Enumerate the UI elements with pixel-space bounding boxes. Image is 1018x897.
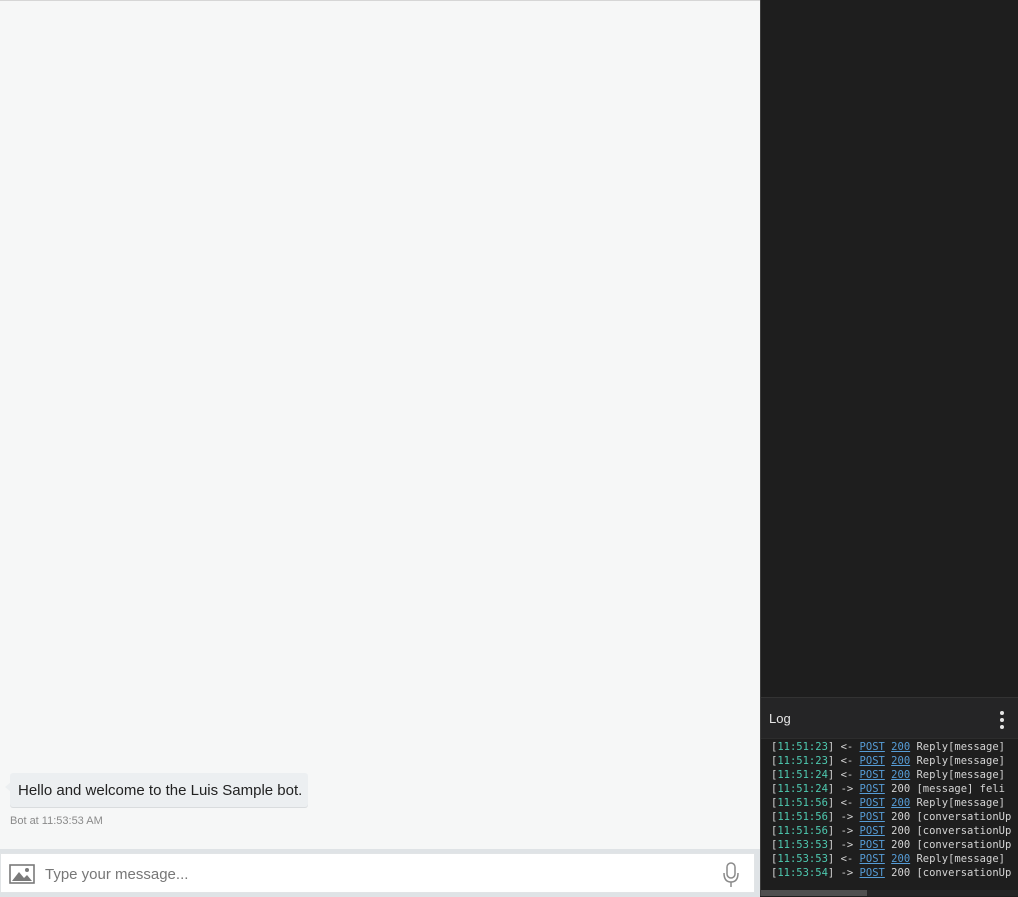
- message-timestamp: Bot at 11:53:53 AM: [10, 815, 103, 827]
- log-timestamp: 11:51:24: [777, 783, 828, 795]
- log-line: [11:51:23] <- POST 200 Reply[message]: [771, 741, 1005, 753]
- log-method-link[interactable]: POST: [860, 825, 885, 837]
- log-direction: <-: [840, 853, 854, 865]
- log-line: [11:53:53] <- POST 200 Reply[message]: [771, 853, 1005, 865]
- log-timestamp: 11:51:24: [777, 769, 828, 781]
- log-timestamp: 11:51:56: [777, 797, 828, 809]
- log-direction: ->: [840, 783, 854, 795]
- log-direction: ->: [840, 811, 854, 823]
- log-line: [11:51:56] -> POST 200 [conversationUp: [771, 825, 1012, 837]
- log-status: 200: [891, 867, 911, 879]
- log-direction: ->: [840, 839, 854, 851]
- log-method-link[interactable]: POST: [860, 741, 885, 753]
- inspector-panel: [761, 0, 1018, 697]
- log-timestamp: 11:53:54: [777, 867, 828, 879]
- log-line: [11:53:54] -> POST 200 [conversationUp: [771, 867, 1012, 879]
- log-direction: <-: [840, 741, 854, 753]
- log-list: [11:51:23] <- POST 200 Reply[message] [11…: [761, 740, 1018, 890]
- log-detail: Reply[message]: [916, 755, 1005, 767]
- log-timestamp: 11:53:53: [777, 839, 828, 851]
- message-composer: [0, 853, 755, 893]
- more-vertical-icon[interactable]: [997, 711, 1007, 729]
- log-detail: Reply[message]: [916, 797, 1005, 809]
- log-detail: Reply[message]: [916, 741, 1005, 753]
- bot-message-bubble: Hello and welcome to the Luis Sample bot…: [10, 773, 308, 807]
- log-detail: [conversationUp: [916, 839, 1012, 851]
- log-line: [11:53:53] -> POST 200 [conversationUp: [771, 839, 1012, 851]
- log-direction: ->: [840, 825, 854, 837]
- log-status: 200: [891, 783, 911, 795]
- log-method-link[interactable]: POST: [860, 769, 885, 781]
- log-status-link[interactable]: 200: [891, 741, 910, 753]
- log-timestamp: 11:53:53: [777, 853, 828, 865]
- message-input[interactable]: [45, 860, 705, 888]
- log-status-link[interactable]: 200: [891, 853, 910, 865]
- log-detail: [conversationUp: [916, 867, 1012, 879]
- log-timestamp: 11:51:56: [777, 811, 828, 823]
- log-status: 200: [891, 825, 911, 837]
- log-direction: <-: [840, 769, 854, 781]
- log-line: [11:51:23] <- POST 200 Reply[message]: [771, 755, 1005, 767]
- log-detail: [conversationUp: [916, 825, 1012, 837]
- log-detail: Reply[message]: [916, 853, 1005, 865]
- image-upload-icon[interactable]: [9, 864, 35, 884]
- log-detail: Reply[message]: [916, 769, 1005, 781]
- log-method-link[interactable]: POST: [860, 839, 885, 851]
- log-status: 200: [891, 811, 911, 823]
- log-method-link[interactable]: POST: [860, 783, 885, 795]
- log-method-link[interactable]: POST: [860, 811, 885, 823]
- log-timestamp: 11:51:23: [777, 755, 828, 767]
- log-horizontal-scrollbar[interactable]: [761, 890, 1018, 896]
- log-header: Log: [761, 697, 1018, 739]
- log-method-link[interactable]: POST: [860, 867, 885, 879]
- log-status: 200: [891, 839, 911, 851]
- log-detail: [conversationUp: [916, 811, 1012, 823]
- log-line: [11:51:56] <- POST 200 Reply[message]: [771, 797, 1005, 809]
- microphone-icon[interactable]: [721, 862, 741, 888]
- log-status-link[interactable]: 200: [891, 769, 910, 781]
- log-direction: <-: [840, 797, 854, 809]
- log-method-link[interactable]: POST: [860, 755, 885, 767]
- log-status-link[interactable]: 200: [891, 755, 910, 767]
- bot-message-text: Hello and welcome to the Luis Sample bot…: [18, 782, 303, 799]
- log-timestamp: 11:51:23: [777, 741, 828, 753]
- log-line: [11:51:56] -> POST 200 [conversationUp: [771, 811, 1012, 823]
- log-line: [11:51:24] -> POST 200 [message] feli: [771, 783, 1005, 795]
- log-status-link[interactable]: 200: [891, 797, 910, 809]
- log-detail: [message] feli: [916, 783, 1005, 795]
- log-method-link[interactable]: POST: [860, 853, 885, 865]
- log-line: [11:51:24] <- POST 200 Reply[message]: [771, 769, 1005, 781]
- log-direction: <-: [840, 755, 854, 767]
- log-method-link[interactable]: POST: [860, 797, 885, 809]
- log-title: Log: [769, 711, 791, 726]
- log-direction: ->: [840, 867, 854, 879]
- log-timestamp: 11:51:56: [777, 825, 828, 837]
- scrollbar-thumb[interactable]: [761, 890, 867, 896]
- chat-pane: Hello and welcome to the Luis Sample bot…: [0, 0, 760, 897]
